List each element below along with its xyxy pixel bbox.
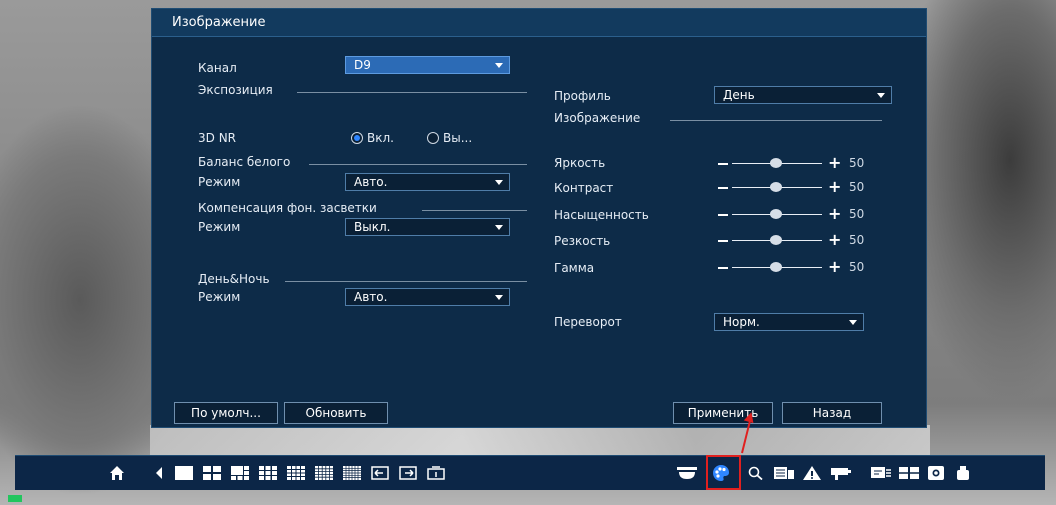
swap-right-icon[interactable] — [399, 466, 417, 480]
exposure-section-title: Экспозиция — [198, 83, 273, 97]
nr3d-label: 3D NR — [198, 131, 237, 145]
apply-button[interactable]: Применить — [673, 402, 773, 424]
profile-select-value: День — [723, 88, 755, 102]
layout-4-icon[interactable] — [203, 466, 221, 480]
profile-label: Профиль — [554, 89, 611, 103]
sharpness-slider-knob[interactable] — [770, 235, 782, 245]
minus-icon[interactable] — [718, 214, 728, 216]
saturation-label: Насыщенность — [554, 208, 649, 222]
swap-left-icon[interactable] — [371, 466, 389, 480]
brightness-label: Яркость — [554, 156, 606, 170]
default-button[interactable]: По умолч... — [174, 402, 278, 424]
chevron-down-icon — [849, 320, 857, 325]
day-night-mode-label: Режим — [198, 290, 241, 304]
layout-36-icon[interactable] — [343, 466, 361, 480]
chevron-down-icon — [495, 225, 503, 230]
white-balance-mode-select[interactable]: Авто. — [345, 173, 510, 191]
nr3d-on-radio[interactable] — [351, 132, 363, 144]
white-balance-section-title: Баланс белого — [198, 155, 291, 169]
section-divider — [422, 210, 527, 211]
backlight-section-title: Компенсация фон. засветки — [198, 201, 377, 215]
plus-icon[interactable]: + — [828, 179, 841, 195]
flip-select[interactable]: Норм. — [714, 313, 864, 331]
contrast-label: Контраст — [554, 181, 614, 195]
highlight-box — [706, 455, 741, 490]
network-icon[interactable] — [871, 466, 891, 480]
gamma-value: 50 — [849, 260, 865, 274]
plus-icon[interactable]: + — [828, 206, 841, 222]
saturation-value: 50 — [849, 207, 865, 221]
plus-icon[interactable]: + — [828, 232, 841, 248]
minus-icon[interactable] — [718, 240, 728, 242]
plus-icon[interactable]: + — [828, 259, 841, 275]
layout-8-icon[interactable] — [231, 466, 249, 480]
section-divider — [297, 92, 527, 93]
storage-icon[interactable] — [899, 466, 919, 480]
channel-select-value: D9 — [354, 58, 371, 72]
image-section-title: Изображение — [554, 111, 641, 125]
previous-icon[interactable] — [155, 466, 163, 480]
brightness-slider-knob[interactable] — [770, 158, 782, 168]
white-balance-mode-label: Режим — [198, 175, 241, 189]
plus-icon[interactable]: + — [828, 155, 841, 171]
day-night-mode-value: Авто. — [354, 290, 388, 304]
nr3d-on-label: Вкл. — [367, 131, 394, 145]
layout-1-icon[interactable] — [175, 466, 193, 480]
channel-label: Канал — [198, 61, 237, 75]
gamma-label: Гамма — [554, 261, 595, 275]
camera-background-detail — [150, 425, 930, 455]
image-settings-dialog: Изображение Канал D9 Экспозиция 3D NR Вк… — [151, 8, 927, 428]
day-night-section-title: День&Ночь — [198, 272, 270, 286]
back-button[interactable]: Назад — [782, 402, 882, 424]
home-icon[interactable] — [109, 465, 125, 481]
record-indicator — [8, 495, 22, 502]
sharpness-value: 50 — [849, 233, 865, 247]
section-divider — [285, 281, 527, 282]
minus-icon[interactable] — [718, 163, 728, 165]
record-settings-icon[interactable] — [774, 466, 794, 480]
profile-select[interactable]: День — [714, 86, 892, 104]
camera-bullet-icon[interactable] — [831, 466, 851, 480]
layout-9-icon[interactable] — [259, 466, 277, 480]
refresh-button[interactable]: Обновить — [284, 402, 388, 424]
backlight-mode-select[interactable]: Выкл. — [345, 218, 510, 236]
chevron-down-icon — [495, 295, 503, 300]
taskbar — [15, 455, 1045, 490]
day-night-mode-select[interactable]: Авто. — [345, 288, 510, 306]
minus-icon[interactable] — [718, 187, 728, 189]
backlight-mode-label: Режим — [198, 220, 241, 234]
search-icon[interactable] — [748, 466, 764, 480]
chevron-down-icon — [495, 180, 503, 185]
usb-icon[interactable] — [957, 466, 969, 480]
layout-25-icon[interactable] — [315, 466, 333, 480]
flip-select-value: Норм. — [723, 315, 760, 329]
channel-select[interactable]: D9 — [345, 56, 510, 74]
layout-16-icon[interactable] — [287, 466, 305, 480]
camera-dome-icon[interactable] — [677, 466, 697, 480]
chevron-down-icon — [877, 93, 885, 98]
dialog-title: Изображение — [152, 9, 926, 37]
sharpness-label: Резкость — [554, 234, 611, 248]
saturation-slider-knob[interactable] — [770, 209, 782, 219]
backlight-mode-value: Выкл. — [354, 220, 391, 234]
alarm-icon[interactable] — [803, 466, 821, 480]
sequence-icon[interactable] — [427, 466, 445, 480]
white-balance-mode-value: Авто. — [354, 175, 388, 189]
contrast-slider-knob[interactable] — [770, 182, 782, 192]
minus-icon[interactable] — [718, 267, 728, 269]
settings-icon[interactable] — [928, 466, 944, 480]
gamma-slider-knob[interactable] — [770, 262, 782, 272]
section-divider — [309, 164, 527, 165]
nr3d-off-label: Вы... — [443, 131, 473, 145]
flip-label: Переворот — [554, 315, 622, 329]
brightness-value: 50 — [849, 156, 865, 170]
nr3d-off-radio[interactable] — [427, 132, 439, 144]
chevron-down-icon — [495, 63, 503, 68]
contrast-value: 50 — [849, 180, 865, 194]
section-divider — [670, 120, 882, 121]
